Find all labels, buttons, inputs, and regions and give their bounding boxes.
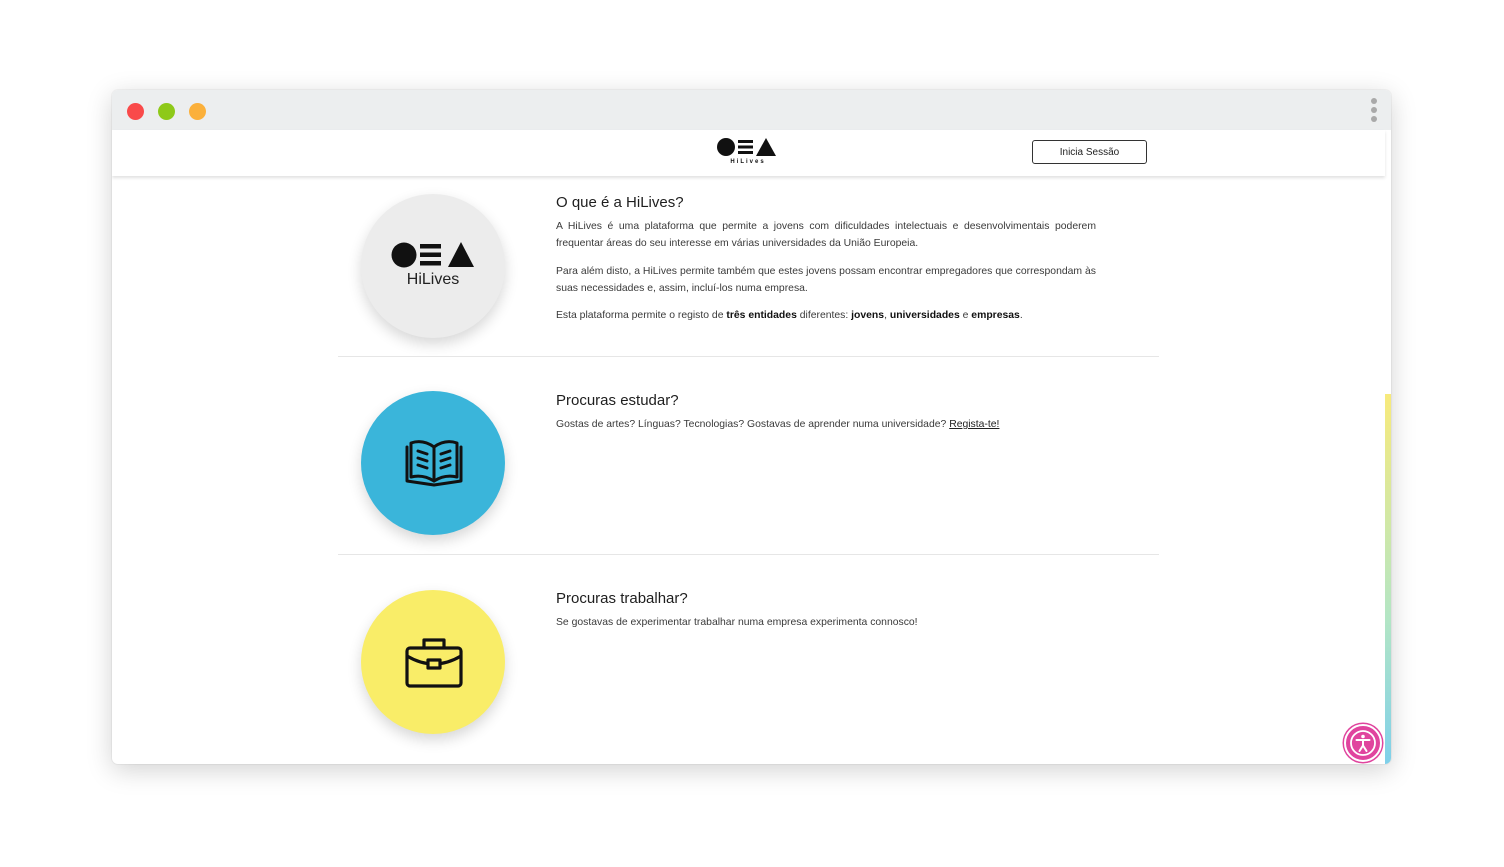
work-icon-circle — [361, 590, 505, 734]
work-title: Procuras trabalhar? — [556, 590, 688, 607]
login-button[interactable]: Inicia Sessão — [1032, 140, 1147, 164]
section-divider — [338, 554, 1159, 555]
accessibility-icon — [1350, 730, 1376, 756]
about-paragraph-3: Esta plataforma permite o registo de trê… — [556, 310, 1023, 321]
work-text: Se gostavas de experimentar trabalhar nu… — [556, 617, 918, 628]
site-header: HiLives Inicia Sessão — [112, 130, 1385, 176]
close-window-button[interactable] — [127, 103, 144, 120]
main-content: HiLives O que é a HiLives? A HiLives é u… — [112, 176, 1385, 764]
hilives-logo-circle: HiLives — [361, 194, 505, 338]
hilives-logo-icon — [391, 242, 474, 268]
accessibility-button[interactable] — [1344, 724, 1382, 762]
study-text: Gostas de artes? Línguas? Tecnologias? G… — [556, 419, 1000, 430]
browser-window: HiLives Inicia Sessão HiLives O que é a … — [112, 90, 1391, 764]
kebab-menu-icon[interactable] — [1369, 98, 1379, 124]
minimize-window-button[interactable] — [158, 103, 175, 120]
study-title: Procuras estudar? — [556, 392, 679, 409]
circle-logo-word: HiLives — [406, 271, 460, 288]
briefcase-icon — [405, 638, 463, 688]
maximize-window-button[interactable] — [189, 103, 206, 120]
about-title: O que é a HiLives? — [556, 194, 684, 211]
study-icon-circle — [361, 391, 505, 535]
hilives-logo-shapes-icon — [717, 138, 776, 156]
window-titlebar — [112, 90, 1391, 130]
open-book-icon — [405, 440, 463, 487]
header-logo[interactable]: HiLives — [716, 138, 780, 168]
about-paragraph-2: Para além disto, a HiLives permite també… — [556, 266, 1096, 294]
register-link[interactable]: Regista-te! — [949, 419, 999, 430]
header-logo-word: HiLives — [730, 159, 766, 165]
scroll-accent-bar — [1385, 394, 1391, 764]
section-divider — [338, 356, 1159, 357]
about-paragraph-1: A HiLives é uma plataforma que permite a… — [556, 221, 1096, 249]
